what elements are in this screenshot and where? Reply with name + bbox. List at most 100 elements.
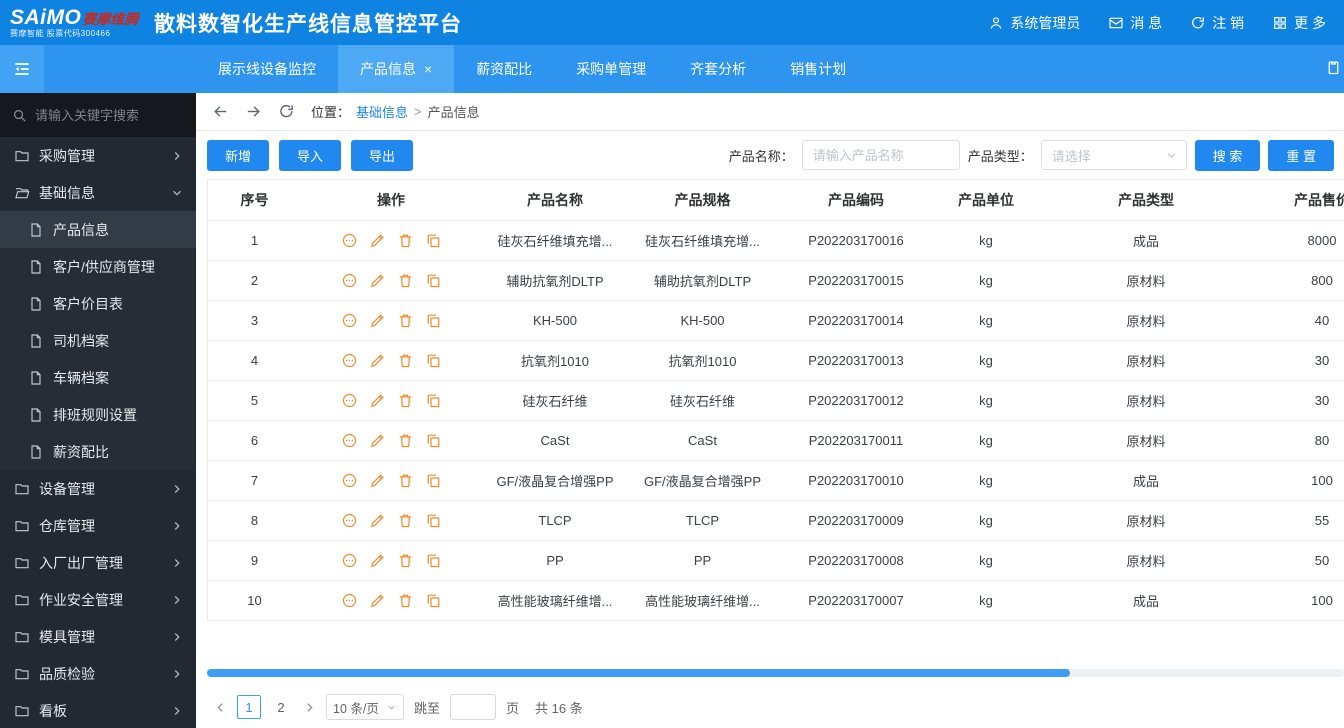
more-button[interactable]: 更 多 (1272, 13, 1326, 33)
edit-icon[interactable] (369, 472, 386, 489)
back-button[interactable] (212, 103, 229, 120)
prev-page-button[interactable] (214, 701, 227, 714)
sidebar-item-label: 司机档案 (53, 331, 184, 351)
edit-icon[interactable] (369, 312, 386, 329)
edit-icon[interactable] (369, 392, 386, 409)
detail-icon[interactable] (341, 232, 358, 249)
product-type-label: 产品类型： (968, 146, 1033, 165)
sidebar-group-3[interactable]: 仓库管理 (0, 507, 196, 544)
sidebar-group-7[interactable]: 品质检验 (0, 655, 196, 692)
sidebar-group-4[interactable]: 入厂出厂管理 (0, 544, 196, 581)
delete-icon[interactable] (397, 592, 414, 609)
sidebar-item-5[interactable]: 排班规则设置 (0, 396, 196, 433)
table-row: 7GF/液晶复合增强PPGF/液晶复合增强PPP202203170010kg成品… (208, 460, 1344, 500)
sidebar-item-4[interactable]: 车辆档案 (0, 359, 196, 396)
page-number-1[interactable]: 1 (237, 695, 261, 719)
sidebar-toggle-button[interactable] (0, 45, 44, 93)
copy-icon[interactable] (425, 272, 442, 289)
sidebar-group-label: 作业安全管理 (39, 590, 170, 610)
breadcrumb-parent-link[interactable]: 基础信息 (356, 102, 408, 121)
edit-icon[interactable] (369, 512, 386, 529)
detail-icon[interactable] (341, 352, 358, 369)
sidebar-item-1[interactable]: 客户/供应商管理 (0, 248, 196, 285)
page-size-select[interactable]: 10 条/页 (326, 694, 404, 720)
export-button[interactable]: 导出 (351, 140, 413, 171)
delete-icon[interactable] (397, 512, 414, 529)
copy-icon[interactable] (425, 472, 442, 489)
product-name-label: 产品名称： (729, 146, 794, 165)
detail-icon[interactable] (341, 472, 358, 489)
tab-4[interactable]: 齐套分析 (668, 45, 768, 93)
copy-icon[interactable] (425, 352, 442, 369)
messages-button[interactable]: 消 息 (1108, 13, 1162, 33)
product-type-select[interactable]: 请选择 (1041, 140, 1187, 170)
copy-icon[interactable] (425, 592, 442, 609)
tab-1[interactable]: 产品信息× (338, 45, 454, 93)
tab-5[interactable]: 销售计划 (768, 45, 868, 93)
delete-icon[interactable] (397, 312, 414, 329)
edit-icon[interactable] (369, 272, 386, 289)
next-page-button[interactable] (303, 701, 316, 714)
detail-icon[interactable] (341, 432, 358, 449)
edit-icon[interactable] (369, 232, 386, 249)
detail-icon[interactable] (341, 552, 358, 569)
edit-icon[interactable] (369, 352, 386, 369)
reset-button[interactable]: 重 置 (1268, 140, 1334, 171)
tab-0[interactable]: 展示线设备监控 (196, 45, 338, 93)
page-number-2[interactable]: 2 (269, 695, 293, 719)
cell-price: 50 (1256, 540, 1344, 580)
logout-button[interactable]: 注 销 (1190, 13, 1244, 33)
edit-icon[interactable] (369, 592, 386, 609)
sidebar-group-2[interactable]: 设备管理 (0, 470, 196, 507)
refresh-button[interactable] (278, 103, 295, 120)
sidebar-group-5[interactable]: 作业安全管理 (0, 581, 196, 618)
menu-collapse-icon (12, 59, 32, 79)
column-header-5: 产品单位 (936, 180, 1036, 220)
sidebar-group-8[interactable]: 看板 (0, 692, 196, 728)
delete-icon[interactable] (397, 432, 414, 449)
copy-icon[interactable] (425, 312, 442, 329)
delete-icon[interactable] (397, 272, 414, 289)
delete-icon[interactable] (397, 552, 414, 569)
jump-page-input[interactable] (450, 694, 496, 720)
sidebar-search-input[interactable] (35, 108, 175, 123)
logout-icon (1190, 15, 1206, 31)
delete-icon[interactable] (397, 232, 414, 249)
tab-close-icon[interactable]: × (424, 61, 432, 77)
sidebar-group-0[interactable]: 采购管理 (0, 137, 196, 174)
forward-button[interactable] (245, 103, 262, 120)
sidebar-item-0[interactable]: 产品信息 (0, 211, 196, 248)
sidebar-group-6[interactable]: 模具管理 (0, 618, 196, 655)
sidebar-item-6[interactable]: 薪资配比 (0, 433, 196, 470)
detail-icon[interactable] (341, 272, 358, 289)
product-name-input[interactable] (802, 140, 960, 170)
user-menu[interactable]: 系统管理员 (988, 13, 1080, 33)
more-label: 更 多 (1294, 13, 1326, 33)
delete-icon[interactable] (397, 392, 414, 409)
tab-options-button[interactable] (1325, 59, 1342, 76)
add-button[interactable]: 新增 (207, 140, 269, 171)
edit-icon[interactable] (369, 432, 386, 449)
delete-icon[interactable] (397, 352, 414, 369)
cell-type: 原材料 (1036, 420, 1256, 460)
copy-icon[interactable] (425, 552, 442, 569)
delete-icon[interactable] (397, 472, 414, 489)
sidebar-group-1[interactable]: 基础信息 (0, 174, 196, 211)
detail-icon[interactable] (341, 512, 358, 529)
detail-icon[interactable] (341, 392, 358, 409)
sidebar-item-2[interactable]: 客户价目表 (0, 285, 196, 322)
copy-icon[interactable] (425, 392, 442, 409)
detail-icon[interactable] (341, 312, 358, 329)
tab-3[interactable]: 采购单管理 (554, 45, 668, 93)
copy-icon[interactable] (425, 232, 442, 249)
detail-icon[interactable] (341, 592, 358, 609)
scrollbar-thumb[interactable] (207, 669, 1070, 677)
edit-icon[interactable] (369, 552, 386, 569)
import-button[interactable]: 导入 (279, 140, 341, 171)
sidebar-item-3[interactable]: 司机档案 (0, 322, 196, 359)
cell-spec: PP (629, 540, 776, 580)
tab-2[interactable]: 薪资配比 (454, 45, 554, 93)
copy-icon[interactable] (425, 512, 442, 529)
copy-icon[interactable] (425, 432, 442, 449)
search-button[interactable]: 搜 索 (1195, 140, 1261, 171)
